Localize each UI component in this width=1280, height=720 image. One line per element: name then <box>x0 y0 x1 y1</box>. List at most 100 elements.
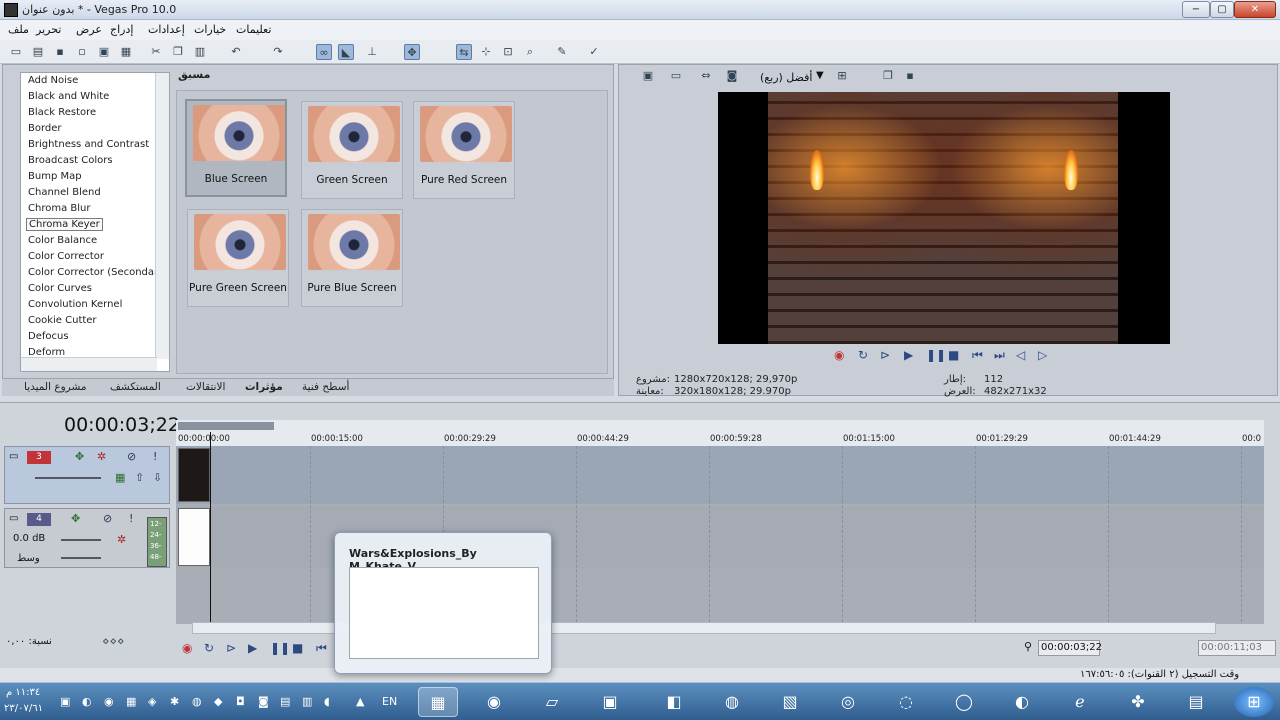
language-indicator[interactable]: EN <box>382 695 397 708</box>
compositing-mode-icon[interactable]: ▦ <box>115 471 125 484</box>
windows-start-button[interactable]: ⊞ <box>1234 687 1274 717</box>
auto-ripple-icon[interactable]: ◣ <box>338 44 354 60</box>
solo-icon[interactable]: ! <box>129 512 133 525</box>
network-taskbar-icon[interactable]: ✤ <box>1118 687 1158 717</box>
preset-green-screen[interactable]: Green Screen <box>301 101 403 199</box>
pause-icon[interactable]: ❚❚ <box>270 641 290 655</box>
bittorrent-taskbar-icon[interactable]: ◉ <box>474 687 514 717</box>
record-icon[interactable]: ◉ <box>834 348 844 362</box>
firefox-taskbar-icon[interactable]: ◐ <box>1002 687 1042 717</box>
clock-date[interactable]: ٢٣/٠٧/٦١ <box>4 703 43 714</box>
fx-item[interactable]: Color Corrector <box>28 251 104 262</box>
fx-item[interactable]: Convolution Kernel <box>28 299 122 310</box>
camera-taskbar-icon[interactable]: ◍ <box>712 687 752 717</box>
lock-envelopes-icon[interactable]: ⊥ <box>364 44 380 60</box>
loop-icon[interactable]: ↻ <box>858 348 868 362</box>
tray-icon[interactable]: ◈ <box>148 695 156 708</box>
menu-options[interactable]: خيارات <box>194 23 226 36</box>
thumbnail-preview[interactable] <box>349 567 539 659</box>
bluetooth-icon[interactable]: ✱ <box>170 695 179 708</box>
fx-item[interactable]: Channel Blend <box>28 187 101 198</box>
fx-item[interactable]: Add Noise <box>28 75 78 86</box>
vegas-app-icon[interactable] <box>4 3 18 17</box>
fx-item[interactable]: Border <box>28 123 62 134</box>
play-icon[interactable]: ▶ <box>904 348 913 362</box>
snap-icon[interactable]: ∞ <box>316 44 332 60</box>
tray-icon[interactable]: ◍ <box>192 695 202 708</box>
make-child-icon[interactable]: ⇩ <box>153 471 162 484</box>
paste-icon[interactable]: ▥ <box>192 44 208 60</box>
fx-plugin-list[interactable]: Add Noise Black and White Black Restore … <box>20 72 170 372</box>
tray-icon[interactable]: ◐ <box>82 695 92 708</box>
audio-fx-icon[interactable]: ✥ <box>71 512 80 525</box>
audio-clip[interactable] <box>178 508 210 566</box>
menu-file[interactable]: ملف <box>8 23 29 36</box>
menu-help[interactable]: تعليمات <box>236 23 271 36</box>
cursor-time[interactable]: 00:00:03;22 <box>1038 640 1102 656</box>
tray-icon[interactable]: ◘ <box>236 695 245 708</box>
tray-icon[interactable]: ▣ <box>60 695 70 708</box>
collapse-track-icon[interactable]: ▭ <box>9 451 18 462</box>
tab-project-media[interactable]: مشروع الميديا <box>24 381 86 393</box>
previous-frame-icon[interactable]: ◁ <box>1016 348 1025 362</box>
collapse-track-icon[interactable]: ▭ <box>9 513 18 524</box>
fx-gear-icon[interactable]: ✲ <box>97 450 106 463</box>
solo-icon[interactable]: ! <box>153 450 157 463</box>
fx-item[interactable]: Color Curves <box>28 283 92 294</box>
save-snapshot-icon[interactable]: ▪ <box>902 68 918 84</box>
fx-item[interactable]: Cookie Cutter <box>28 315 97 326</box>
preview-fx-icon[interactable]: ⇔ <box>698 68 714 84</box>
fx-item[interactable]: Chroma Blur <box>28 203 90 214</box>
fx-item[interactable]: Broadcast Colors <box>28 155 113 166</box>
messenger-taskbar-icon[interactable]: ◌ <box>886 687 926 717</box>
copy-icon[interactable]: ❐ <box>170 44 186 60</box>
timeline-timecode[interactable]: 00:00:03;22 <box>64 414 180 436</box>
open-icon[interactable]: ▤ <box>30 44 46 60</box>
clock-time[interactable]: ١١:٣٤ م <box>6 687 40 698</box>
render-icon[interactable]: ▣ <box>96 44 112 60</box>
skype-taskbar-icon[interactable]: ◎ <box>828 687 868 717</box>
fx-item[interactable]: Black Restore <box>28 107 96 118</box>
clapper-taskbar-icon[interactable]: ▧ <box>770 687 810 717</box>
fx-item[interactable]: Color Corrector (Secondary <box>28 267 164 278</box>
preset-pure-green-screen[interactable]: Pure Green Screen <box>187 209 289 307</box>
go-to-end-icon[interactable]: ⏭ <box>994 348 1005 363</box>
pause-icon[interactable]: ❚❚ <box>926 348 946 362</box>
undo-icon[interactable]: ↶ <box>228 44 244 60</box>
video-track-header[interactable]: ▭ 3 ✥ ✲ ⊘ ! ▦ ⇧ ⇩ <box>4 446 170 504</box>
fx-gear-icon[interactable]: ✲ <box>117 533 126 546</box>
winrar-taskbar-icon[interactable]: ▦ <box>418 687 458 717</box>
go-to-start-icon[interactable]: ⏮ <box>316 641 327 656</box>
audio-track-header[interactable]: ▭ 4 ✥ ⊘ ! 0.0 dB ✲ وسط 12- 24- 36- 48- <box>4 508 170 568</box>
mute-icon[interactable]: ⊘ <box>127 450 136 463</box>
split-screen-icon[interactable]: ◙ <box>724 68 740 84</box>
video-clip[interactable] <box>178 448 210 502</box>
app-taskbar-icon[interactable]: ◧ <box>654 687 694 717</box>
tab-video-fx[interactable]: مؤثرات <box>245 381 283 393</box>
tray-icon[interactable]: ▤ <box>280 695 290 708</box>
fx-list-vertical-scrollbar[interactable] <box>155 73 169 359</box>
preset-pure-blue-screen[interactable]: Pure Blue Screen <box>301 209 403 307</box>
properties-icon[interactable]: ▦ <box>118 44 134 60</box>
menu-insert[interactable]: إدراج <box>110 23 133 36</box>
notepad-taskbar-icon[interactable]: ▱ <box>532 687 572 717</box>
playhead-cursor[interactable] <box>210 432 211 622</box>
play-from-start-icon[interactable]: ⊳ <box>226 641 236 655</box>
preset-pure-red-screen[interactable]: Pure Red Screen <box>413 101 515 199</box>
selection-end-time[interactable]: 00:00:11;03 <box>1198 640 1276 656</box>
folder-taskbar-icon[interactable]: ▤ <box>1176 687 1216 717</box>
record-icon[interactable]: ◉ <box>182 641 192 655</box>
save-as-icon[interactable]: ▫ <box>74 44 90 60</box>
menu-view[interactable]: عرض <box>76 23 102 36</box>
whats-this-help-icon[interactable]: ✓ <box>586 44 602 60</box>
tray-icon[interactable]: ▦ <box>126 695 136 708</box>
fx-item[interactable]: Bump Map <box>28 171 82 182</box>
loop-icon[interactable]: ↻ <box>204 641 214 655</box>
mute-icon[interactable]: ⊘ <box>103 512 112 525</box>
preset-blue-screen[interactable]: Blue Screen <box>185 99 287 197</box>
new-icon[interactable]: ▭ <box>8 44 24 60</box>
maximize-button[interactable]: ▢ <box>1210 1 1234 18</box>
volume-slider[interactable] <box>61 539 101 541</box>
tray-icon[interactable]: ◆ <box>214 695 222 708</box>
fx-item-selected[interactable]: Chroma Keyer <box>26 218 103 231</box>
